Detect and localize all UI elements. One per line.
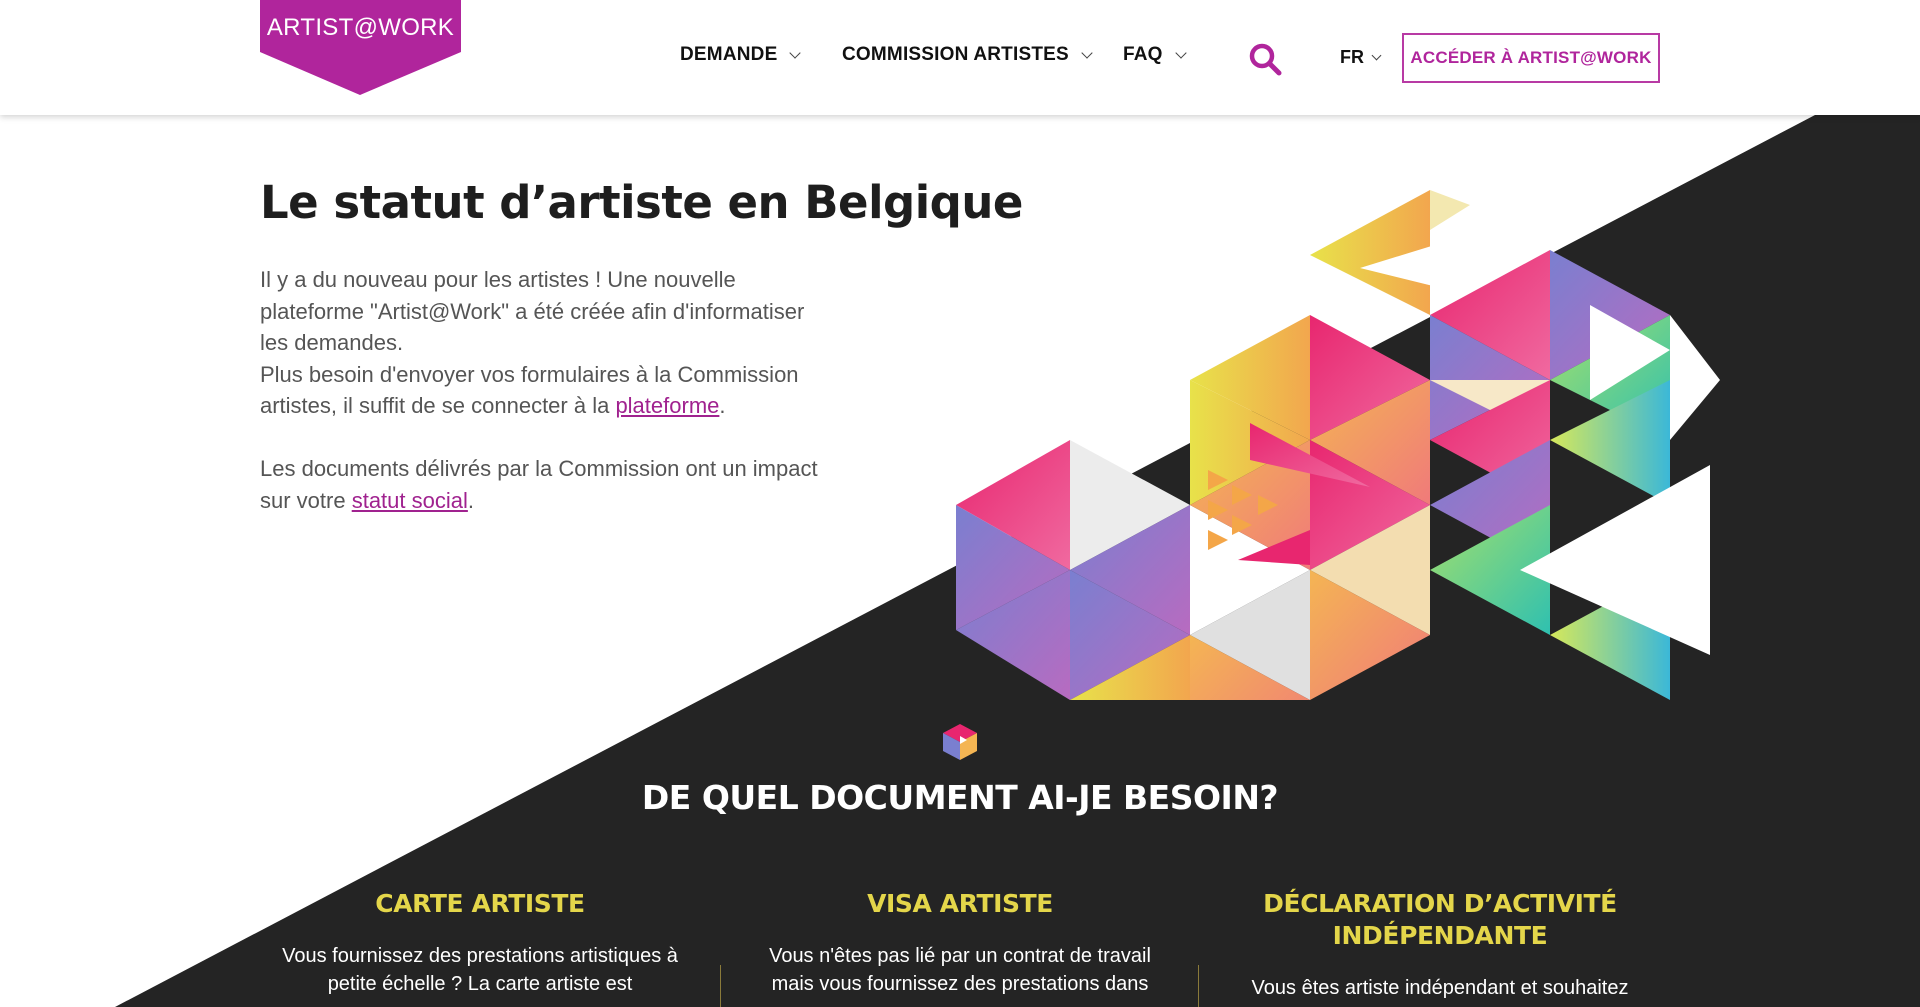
column-divider [720,965,721,1007]
nav-faq-label: FAQ [1123,44,1163,65]
page-title: Le statut d’artiste en Belgique [260,176,1023,229]
statut-social-link[interactable]: statut social [352,488,468,513]
hero-p2-end: . [467,487,474,513]
hero-paragraph-1: Il y a du nouveau pour les artistes ! Un… [260,264,830,422]
card-declaration-activite[interactable]: DÉCLARATION D’ACTIVITÉ INDÉPENDANTE Vous… [1240,888,1640,1002]
access-artistwork-button[interactable]: ACCÉDER À ARTIST@WORK [1402,33,1660,83]
nav-demande-label: DEMANDE [680,44,778,65]
card-carte-artiste[interactable]: CARTE ARTISTE Vous fournissez des presta… [280,888,680,998]
geometric-artwork [956,190,1720,700]
hero-p1-text-a: Il y a du nouveau pour les artistes ! Un… [260,267,805,355]
logo[interactable]: ARTIST@WORK [260,0,461,95]
card-title: VISA ARTISTE [867,889,1053,918]
card-title: DÉCLARATION D’ACTIVITÉ INDÉPENDANTE [1263,889,1617,950]
nav-faq[interactable]: FAQ [1123,44,1187,66]
language-selector[interactable]: FR [1340,47,1382,68]
card-visa-artiste[interactable]: VISA ARTISTE Vous n'êtes pas lié par un … [760,888,1160,998]
language-label: FR [1340,47,1364,67]
card-text: Vous n'êtes pas lié par un contrat de tr… [769,945,1151,995]
chevron-down-icon [1371,50,1382,61]
card-title: CARTE ARTISTE [375,889,585,918]
chevron-down-icon [789,46,802,59]
nav-demande[interactable]: DEMANDE [680,44,802,66]
chevron-down-icon [1081,46,1093,59]
card-text: Vous fournissez des prestations artistiq… [282,945,678,995]
hero-text: Il y a du nouveau pour les artistes ! Un… [260,264,830,548]
chevron-down-icon [1175,46,1187,59]
hero-p2-text: Les documents délivrés par la Commission… [260,456,818,513]
nav-commission-artistes[interactable]: COMMISSION ARTISTES [842,44,1093,66]
plateforme-link[interactable]: plateforme [615,393,719,418]
hero-paragraph-2: Les documents délivrés par la Commission… [260,453,830,516]
card-text: Vous êtes artiste indépendant et souhait… [1251,977,1629,999]
logo-text: ARTIST@WORK [266,14,455,41]
cube-icon [943,724,977,760]
column-divider [1198,965,1199,1007]
section-title: DE QUEL DOCUMENT AI-JE BESOIN? [641,778,1279,817]
nav-commission-label: COMMISSION ARTISTES [842,44,1069,65]
hero-p1-end: . [719,393,726,418]
search-icon[interactable] [1248,42,1282,76]
site-header: ARTIST@WORK DEMANDE COMMISSION ARTISTES … [0,0,1920,115]
